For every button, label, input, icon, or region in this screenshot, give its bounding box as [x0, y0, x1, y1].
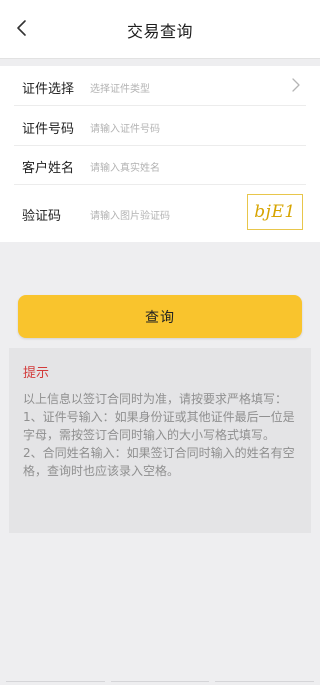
chevron-right-icon — [292, 78, 300, 92]
tips-line: 2、合同姓名输入：如果签订合同时输入的姓名有空格，查询时也应该录入空格。 — [23, 446, 295, 478]
id-type-row[interactable]: 证件选择 选择证件类型 — [0, 66, 320, 106]
nav-segment — [6, 681, 105, 682]
customer-name-input[interactable]: 请输入真实姓名 — [90, 159, 160, 174]
nav-segment — [215, 681, 315, 682]
id-number-input[interactable]: 请输入证件号码 — [90, 120, 160, 135]
tips-line: 以上信息以签订合同时为准，请按要求严格填写： — [23, 392, 288, 406]
captcha-text: bjE1 — [254, 202, 296, 222]
query-button[interactable]: 查询 — [18, 295, 302, 338]
id-type-label: 证件选择 — [22, 82, 75, 97]
tips-body: 以上信息以签订合同时为准，请按要求严格填写： 1、证件号输入：如果身份证或其他证… — [23, 390, 299, 480]
captcha-input[interactable]: 请输入图片验证码 — [90, 207, 170, 222]
tips-panel: 提示 以上信息以签订合同时为准，请按要求严格填写： 1、证件号输入：如果身份证或… — [9, 348, 311, 533]
query-form: 证件选择 选择证件类型 证件号码 请输入证件号码 客户姓名 请输入真实姓名 验证… — [0, 66, 320, 242]
bottom-nav-indicator — [0, 681, 320, 685]
page-title: 交易查询 — [126, 22, 193, 41]
id-number-row: 证件号码 请输入证件号码 — [0, 106, 320, 146]
header: 交易查询 — [0, 0, 320, 59]
captcha-image[interactable]: bjE1 — [247, 194, 303, 230]
nav-segment — [110, 681, 210, 682]
id-number-label: 证件号码 — [22, 122, 75, 137]
captcha-label: 验证码 — [22, 209, 62, 224]
customer-name-label: 客户姓名 — [22, 161, 75, 176]
query-button-label: 查询 — [145, 308, 175, 325]
id-type-select[interactable]: 选择证件类型 — [90, 80, 150, 95]
tips-line: 1、证件号输入：如果身份证或其他证件最后一位是字母，需按签订合同时输入的大小写格… — [23, 410, 295, 442]
tips-title: 提示 — [23, 366, 50, 381]
customer-name-row: 客户姓名 请输入真实姓名 — [0, 146, 320, 186]
